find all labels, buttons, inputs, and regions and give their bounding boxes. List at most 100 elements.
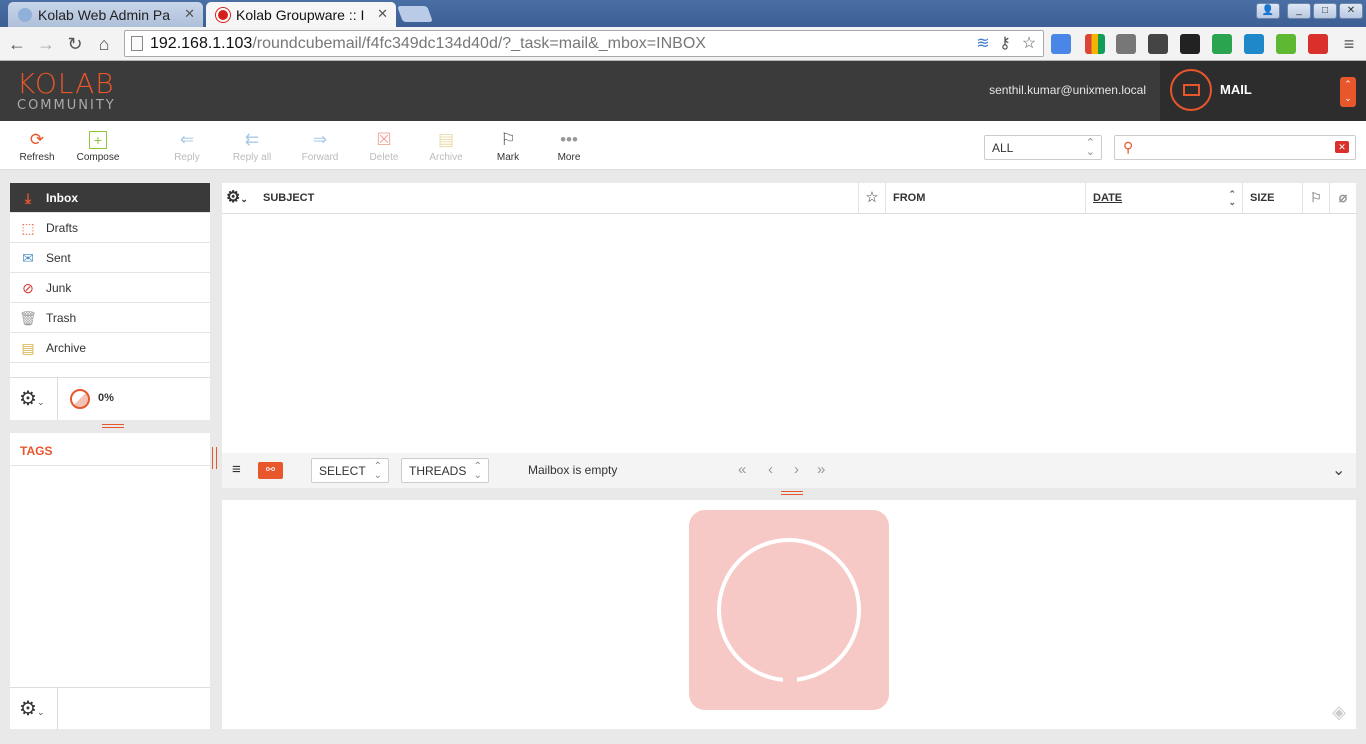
tags-header[interactable]: TAGS bbox=[10, 433, 210, 466]
quota-display: 0% bbox=[98, 392, 114, 404]
task-scroll-arrows[interactable]: ⌃ ⌄ bbox=[1340, 77, 1356, 107]
browser-tab-kolab-groupware[interactable]: Kolab Groupware :: I ✕ bbox=[206, 2, 396, 27]
search-box[interactable]: ⚲ ✕ bbox=[1114, 135, 1356, 160]
forward-arrow-icon[interactable]: → bbox=[35, 33, 57, 55]
gear-icon: ⚙ bbox=[19, 698, 37, 720]
key-icon[interactable]: ⚷ bbox=[995, 35, 1015, 53]
message-preview: ◈ bbox=[222, 500, 1356, 729]
column-from[interactable]: FROM bbox=[885, 183, 1085, 214]
close-window-button[interactable]: ✕ bbox=[1339, 3, 1363, 19]
first-page-icon[interactable]: « bbox=[738, 461, 746, 478]
screen-extension-icon[interactable] bbox=[1116, 34, 1136, 54]
back-arrow-icon[interactable]: ← bbox=[6, 33, 28, 55]
folder-actions-button[interactable]: ⚙⌄ bbox=[10, 378, 58, 420]
kolab-logo[interactable]: KOLAB COMMUNITY bbox=[17, 69, 116, 113]
threads-toggle-icon[interactable]: ⚯ bbox=[258, 462, 283, 479]
menu-icon[interactable]: ≡ bbox=[1338, 33, 1360, 55]
address-bar[interactable]: 192.168.1.103/roundcubemail/f4fc349dc134… bbox=[124, 30, 1044, 57]
evernote-extension-icon[interactable] bbox=[1212, 34, 1232, 54]
mark-button[interactable]: ⚐ Mark bbox=[478, 130, 538, 164]
search-input[interactable] bbox=[1145, 139, 1330, 157]
reload-icon[interactable]: ↻ bbox=[64, 33, 86, 55]
home-icon[interactable]: ⌂ bbox=[93, 33, 115, 55]
folder-sent[interactable]: ✉ Sent bbox=[10, 243, 210, 273]
gear-icon: ⚙ bbox=[19, 388, 37, 410]
page-icon bbox=[131, 36, 143, 51]
reply-button[interactable]: ⇐ Reply bbox=[157, 131, 217, 164]
flipboard-extension-icon[interactable] bbox=[1308, 34, 1328, 54]
threads-button[interactable]: THREADS ⌃ ⌄ bbox=[401, 458, 489, 483]
sidebar-splitter[interactable] bbox=[212, 447, 217, 469]
next-page-icon[interactable]: › bbox=[794, 461, 799, 478]
browser-tab-strip: Kolab Web Admin Pa ✕ Kolab Groupware :: … bbox=[0, 0, 1366, 27]
chrome-extension-icon[interactable] bbox=[1085, 34, 1105, 54]
download-extension-icon[interactable] bbox=[1276, 34, 1296, 54]
last-page-icon[interactable]: » bbox=[817, 461, 825, 478]
layers-extension-icon[interactable] bbox=[1180, 34, 1200, 54]
compose-button[interactable]: + Compose bbox=[68, 131, 128, 163]
message-list-header: ⚙⌄ SUBJECT ☆ FROM DATE ⌃ ⌄ SIZE ⚐ ⌀ bbox=[222, 183, 1356, 214]
folder-archive[interactable]: ▤ Archive bbox=[10, 333, 210, 363]
inbox-icon: ⤓ bbox=[24, 190, 32, 206]
column-date[interactable]: DATE ⌃ ⌄ bbox=[1085, 183, 1242, 214]
message-list: ⚙⌄ SUBJECT ☆ FROM DATE ⌃ ⌄ SIZE ⚐ ⌀ bbox=[222, 183, 1356, 453]
folder-splitter[interactable] bbox=[102, 424, 124, 428]
forward-icon: ⇒ bbox=[312, 130, 328, 149]
star-bookmark-icon[interactable]: ☆ bbox=[1019, 35, 1039, 53]
close-icon[interactable]: ✕ bbox=[377, 6, 388, 22]
forward-button[interactable]: ⇒ Forward bbox=[290, 130, 350, 164]
s-extension-icon[interactable] bbox=[1244, 34, 1264, 54]
logo-text-top: KOLAB bbox=[17, 67, 115, 100]
updown-arrow-icon: ⌃ ⌄ bbox=[473, 461, 482, 481]
refresh-button[interactable]: ⟳ Refresh bbox=[7, 131, 67, 164]
more-button[interactable]: ••• More bbox=[539, 131, 599, 164]
username[interactable]: senthil.kumar@unixmen.local bbox=[989, 83, 1146, 97]
select-button[interactable]: SELECT ⌃ ⌄ bbox=[311, 458, 389, 483]
flag-icon[interactable]: ≋ bbox=[973, 35, 993, 53]
archive-icon: ▤ bbox=[21, 340, 35, 356]
user-icon[interactable]: 👤 bbox=[1256, 3, 1280, 19]
tags-actions-button[interactable]: ⚙⌄ bbox=[10, 688, 58, 730]
folder-inbox[interactable]: ⤓ Inbox bbox=[10, 183, 210, 213]
hamburger-menu-icon[interactable]: ≡ bbox=[232, 462, 241, 477]
maximize-button[interactable]: □ bbox=[1313, 3, 1337, 19]
browser-toolbar: ← → ↻ ⌂ 192.168.1.103/roundcubemail/f4fc… bbox=[0, 27, 1366, 61]
list-options-button[interactable]: ⚙⌄ bbox=[222, 183, 258, 214]
archive-label: Archive bbox=[429, 152, 463, 163]
folder-junk[interactable]: ⊘ Junk bbox=[10, 273, 210, 303]
minimize-button[interactable]: _ bbox=[1287, 3, 1311, 19]
close-icon[interactable]: ✕ bbox=[184, 6, 195, 22]
search-filter-select[interactable]: ALL ⌃ ⌄ bbox=[984, 135, 1102, 160]
attachment-icon[interactable]: ⌀ bbox=[1329, 183, 1356, 214]
star-icon[interactable]: ☆ bbox=[858, 183, 885, 214]
flag-icon[interactable]: ⚐ bbox=[1302, 183, 1329, 214]
select-label: SELECT bbox=[319, 464, 366, 478]
search-icon[interactable]: ⚲ bbox=[1123, 139, 1133, 156]
translate-extension-icon[interactable] bbox=[1051, 34, 1071, 54]
archive-button[interactable]: ▤ Archive bbox=[416, 131, 476, 164]
compose-label: Compose bbox=[76, 152, 120, 163]
watermark-ring-gap bbox=[783, 670, 797, 688]
column-size[interactable]: SIZE bbox=[1242, 183, 1302, 214]
task-mail-button[interactable]: MAIL bbox=[1160, 61, 1366, 121]
browser-tab-kolab-admin[interactable]: Kolab Web Admin Pa ✕ bbox=[8, 2, 203, 27]
search-reset-icon[interactable]: ✕ bbox=[1335, 141, 1349, 153]
delete-button[interactable]: ☒ Delete bbox=[354, 131, 414, 164]
preview-splitter[interactable] bbox=[781, 491, 803, 495]
column-date-label: DATE bbox=[1093, 192, 1123, 204]
new-tab-button[interactable] bbox=[397, 6, 433, 22]
updown-arrow-icon: ⌃ ⌄ bbox=[373, 461, 382, 481]
previous-page-icon[interactable]: ‹ bbox=[768, 461, 773, 478]
column-subject[interactable]: SUBJECT bbox=[258, 183, 858, 214]
folder-label: Trash bbox=[46, 311, 77, 325]
tools-extension-icon[interactable] bbox=[1148, 34, 1168, 54]
folder-trash[interactable]: 🗑 Trash bbox=[10, 303, 210, 333]
folder-drafts[interactable]: ⬚ Drafts bbox=[10, 213, 210, 243]
flag-star-icon: ⚐ bbox=[500, 130, 516, 149]
tab-title: Kolab Groupware :: I bbox=[236, 7, 365, 23]
reply-all-button[interactable]: ⇇ Reply all bbox=[222, 131, 282, 164]
logo-text-bottom: COMMUNITY bbox=[17, 98, 116, 113]
chevron-down-icon[interactable]: ⌄ bbox=[1332, 460, 1345, 480]
folder-label: Junk bbox=[46, 281, 72, 295]
mail-icon bbox=[1170, 69, 1212, 111]
